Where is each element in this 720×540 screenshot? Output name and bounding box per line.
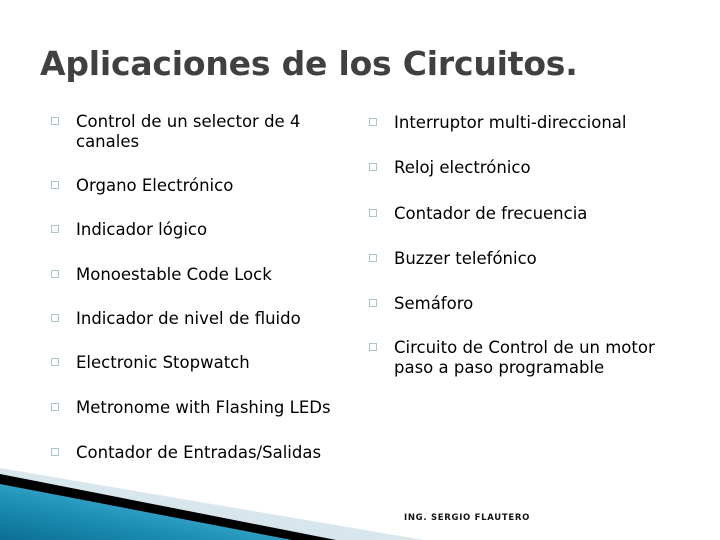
list-item-label: Metronome with Flashing LEDs [76, 398, 331, 417]
list-item-label: Indicador lógico [76, 220, 208, 239]
list-item-label: Contador de frecuencia [394, 204, 588, 223]
square-bullet-icon [369, 254, 377, 262]
list-item: Indicador de nivel de fluido [48, 309, 368, 329]
list-item-label: Monoestable Code Lock [76, 265, 272, 284]
square-bullet-icon [51, 314, 59, 322]
square-bullet-icon [369, 299, 377, 307]
square-bullet-icon [51, 448, 59, 456]
decor-teal-wedge [0, 484, 292, 540]
square-bullet-icon [51, 358, 59, 366]
list-item-label: Indicador de nivel de fluido [76, 309, 301, 328]
footer-author: ING. SERGIO FLAUTERO [404, 513, 531, 523]
list-item: Interruptor multi-direccional [366, 113, 696, 133]
list-item-label: Electronic Stopwatch [76, 353, 250, 372]
decor-pale-wedge [0, 468, 424, 540]
page-title: Aplicaciones de los Circuitos. [40, 44, 578, 83]
list-item: Circuito de Control de un motor paso a p… [366, 338, 696, 378]
square-bullet-icon [369, 163, 377, 171]
list-item: Contador de Entradas/Salidas [48, 443, 368, 463]
list-item: Contador de frecuencia [366, 204, 696, 224]
bullet-column-right: Interruptor multi-direccional Reloj elec… [366, 108, 696, 378]
list-item: Organo Electrónico [48, 176, 368, 196]
square-bullet-icon [51, 117, 59, 125]
list-item-label: Contador de Entradas/Salidas [76, 443, 322, 462]
list-item: Reloj electrónico [366, 158, 696, 178]
bullet-column-left: Control de un selector de 4 canales Orga… [48, 108, 368, 463]
square-bullet-icon [51, 270, 59, 278]
list-item: Indicador lógico [48, 220, 368, 240]
list-item-label: Circuito de Control de un motor paso a p… [394, 338, 655, 377]
list-item-label: Buzzer telefónico [394, 249, 537, 268]
square-bullet-icon [369, 343, 377, 351]
square-bullet-icon [369, 118, 377, 126]
list-item-label: Organo Electrónico [76, 176, 234, 195]
slide-canvas: Aplicaciones de los Circuitos. Control d… [0, 0, 720, 540]
square-bullet-icon [51, 225, 59, 233]
list-item-label: Interruptor multi-direccional [394, 113, 627, 132]
square-bullet-icon [51, 181, 59, 189]
list-item: Metronome with Flashing LEDs [48, 398, 368, 418]
list-item: Semáforo [366, 294, 696, 314]
list-item: Monoestable Code Lock [48, 265, 368, 285]
list-item: Buzzer telefónico [366, 249, 696, 269]
list-item-label: Control de un selector de 4 canales [76, 112, 301, 151]
list-item-label: Reloj electrónico [394, 158, 531, 177]
list-item: Control de un selector de 4 canales [48, 112, 368, 152]
list-item: Electronic Stopwatch [48, 353, 368, 373]
list-item-label: Semáforo [394, 294, 474, 313]
square-bullet-icon [369, 209, 377, 217]
decor-black-stripe [0, 474, 336, 540]
square-bullet-icon [51, 403, 59, 411]
